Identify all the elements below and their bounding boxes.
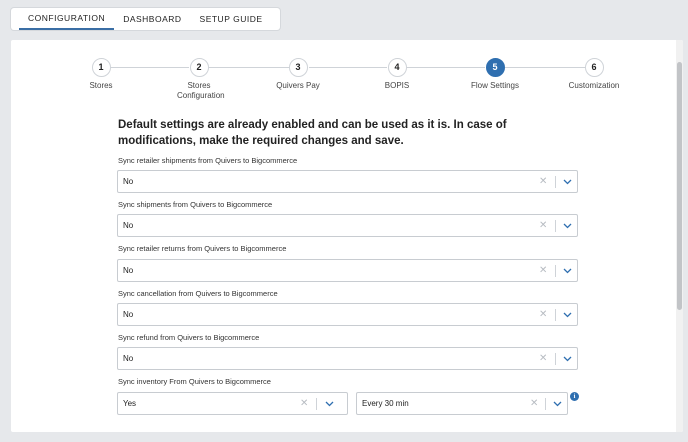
step-number: 5 [485,58,505,77]
step-customization[interactable]: 6 Customization [554,58,634,91]
clear-icon[interactable]: ✕ [539,215,547,236]
chevron-down-icon[interactable] [559,348,575,369]
select-value: Every 30 min [362,399,409,408]
chevron-down-icon[interactable] [549,393,565,414]
step-label: Flow Settings [470,81,520,90]
scrollbar-thumb[interactable] [677,62,682,310]
step-label: Stores Configuration [177,81,225,100]
clear-icon[interactable]: ✕ [539,260,547,281]
step-label: Quivers Pay [276,81,320,90]
settings-panel: 1 Stores 2 Stores Configuration 3 Quiver… [11,40,683,432]
select-separator [545,398,546,410]
field-label: Sync shipments from Quivers to Bigcommer… [118,200,273,209]
intro-text: Default settings are already enabled and… [118,119,507,147]
chevron-down-icon[interactable] [559,260,575,281]
clear-icon[interactable]: ✕ [530,393,538,414]
step-number: 2 [189,58,209,77]
stepper: 1 Stores 2 Stores Configuration 3 Quiver… [11,58,671,108]
field-label: Sync cancellation from Quivers to Bigcom… [118,289,278,298]
refund-select[interactable]: No ✕ [117,347,578,370]
step-label: BOPIS [384,81,410,90]
select-separator [555,220,556,232]
select-value: No [123,310,134,319]
clear-icon[interactable]: ✕ [539,304,547,325]
step-flow-settings[interactable]: 5 Flow Settings [455,58,535,91]
scrollbar[interactable] [676,40,683,432]
cancellation-select[interactable]: No ✕ [117,303,578,326]
tab-dashboard[interactable]: DASHBOARD [114,8,190,30]
select-separator [555,309,556,321]
field-label: Sync retailer returns from Quivers to Bi… [118,244,287,253]
select-value: No [123,354,134,363]
select-value: No [123,266,134,275]
field-label: Sync refund from Quivers to Bigcommerce [118,333,260,342]
step-label: Customization [568,81,620,90]
info-icon[interactable]: i [570,392,579,401]
step-number: 6 [584,58,604,77]
select-separator [555,353,556,365]
shipments-select[interactable]: No ✕ [117,214,578,237]
step-number: 4 [387,58,407,77]
step-quivers-pay[interactable]: 3 Quivers Pay [258,58,338,91]
step-label: Stores [89,81,113,90]
select-value: Yes [123,399,137,408]
clear-icon[interactable]: ✕ [539,171,547,192]
inventory-sync-select[interactable]: Yes ✕ [117,392,348,415]
step-stores[interactable]: 1 Stores [61,58,141,91]
select-value: No [123,221,134,230]
top-tabs: CONFIGURATION DASHBOARD SETUP GUIDE [11,8,280,30]
chevron-down-icon[interactable] [321,393,337,414]
tab-configuration[interactable]: CONFIGURATION [19,8,115,30]
step-number: 1 [91,58,111,77]
clear-icon[interactable]: ✕ [539,348,547,369]
select-value: No [123,177,134,186]
field-label: Sync inventory From Quivers to Bigcommer… [118,377,271,386]
retailer-returns-select[interactable]: No ✕ [117,259,578,282]
chevron-down-icon[interactable] [559,215,575,236]
inventory-frequency-select[interactable]: Every 30 min ✕ [356,392,568,415]
select-separator [555,176,556,188]
chevron-down-icon[interactable] [559,171,575,192]
retailer-shipments-select[interactable]: No ✕ [117,170,578,193]
field-label: Sync retailer shipments from Quivers to … [118,156,298,165]
step-bopis[interactable]: 4 BOPIS [357,58,437,91]
tab-setup-guide[interactable]: SETUP GUIDE [191,8,272,30]
select-separator [555,265,556,277]
step-number: 3 [288,58,308,77]
select-separator [316,398,317,410]
step-stores-configuration[interactable]: 2 Stores Configuration [159,58,239,101]
chevron-down-icon[interactable] [559,304,575,325]
clear-icon[interactable]: ✕ [300,393,308,414]
